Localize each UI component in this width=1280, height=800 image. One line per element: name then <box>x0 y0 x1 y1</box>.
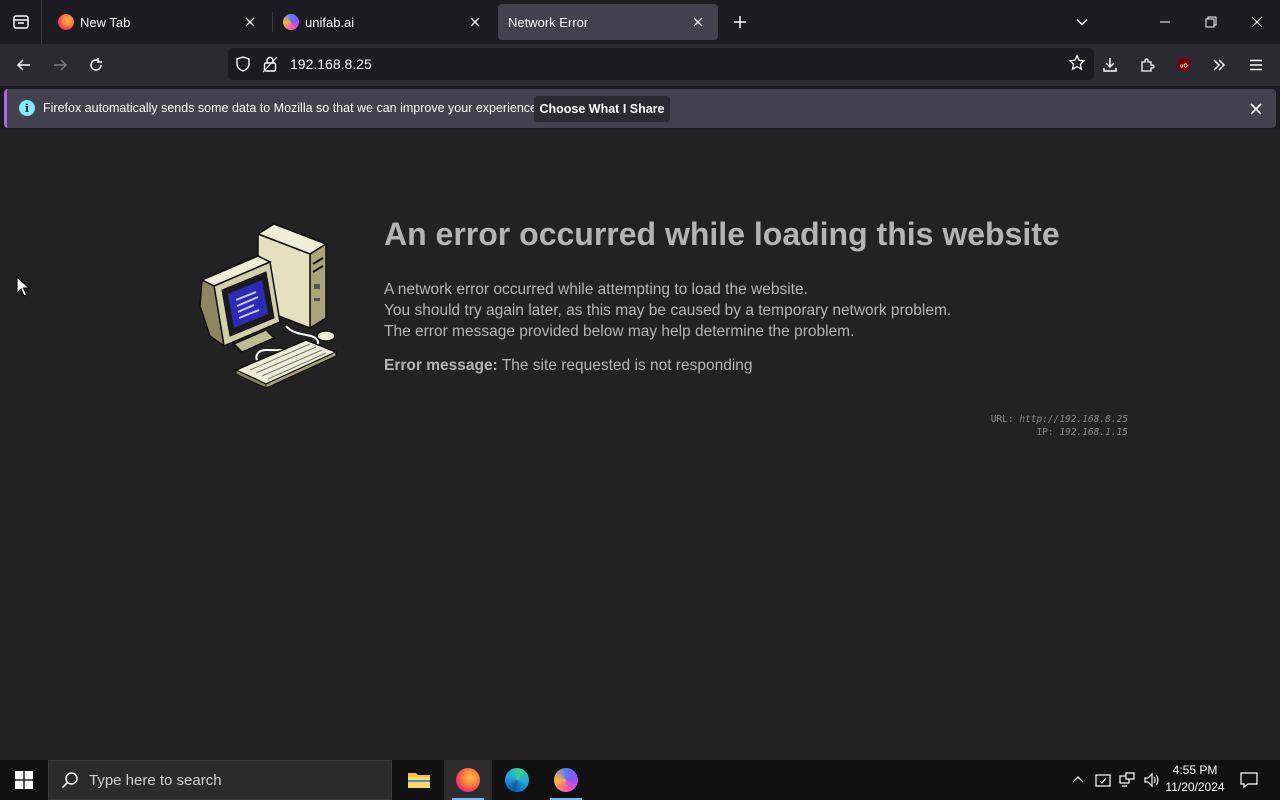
tray-volume-button[interactable] <box>1140 760 1162 800</box>
close-icon <box>1250 103 1262 115</box>
error-description-line: A network error occurred while attemptin… <box>384 281 808 298</box>
list-all-tabs-button[interactable] <box>1068 8 1096 36</box>
tray-network-button[interactable] <box>1116 760 1138 800</box>
taskbar-clock[interactable]: 4:55 PM 11/20/2024 <box>1160 762 1230 796</box>
bookmark-star-icon[interactable] <box>1068 54 1086 72</box>
error-description: A network error occurred while attemptin… <box>384 279 951 342</box>
error-message-label: Error message: <box>384 357 498 374</box>
unifab-icon <box>283 14 299 30</box>
info-icon: i <box>19 100 35 116</box>
diag-url-value: http://192.168.8.25 <box>1019 414 1128 425</box>
diagnostic-info: URL: http://192.168.8.25 IP: 192.168.1.1… <box>900 413 1128 439</box>
show-hidden-icons-button[interactable] <box>1068 760 1088 800</box>
error-message-value: The site requested is not responding <box>501 357 753 374</box>
tray-security-button[interactable] <box>1092 760 1114 800</box>
firefox-view-button[interactable] <box>0 0 42 44</box>
error-title: An error occurred while loading this web… <box>384 216 1060 252</box>
notification-message: Firefox automatically sends some data to… <box>43 101 541 115</box>
url-bar[interactable]: 192.168.8.25 <box>228 48 1094 80</box>
notification-icon <box>1240 772 1258 789</box>
minimize-icon <box>1160 21 1170 23</box>
windows-taskbar: Type here to search 4:55 PM 11/20/2024 <box>0 760 1280 800</box>
taskbar-firefox[interactable] <box>444 760 492 800</box>
clock-time: 4:55 PM <box>1172 763 1218 777</box>
taskbar-file-explorer[interactable] <box>395 760 443 800</box>
taskbar-edge[interactable] <box>493 760 541 800</box>
diag-ip-value: 192.168.1.15 <box>1059 427 1128 438</box>
tab-new-tab[interactable]: New Tab <box>48 4 270 40</box>
restore-button[interactable] <box>1188 0 1234 44</box>
search-placeholder: Type here to search <box>89 771 222 789</box>
hamburger-menu-icon <box>1250 59 1262 71</box>
close-tab-button[interactable] <box>465 12 485 32</box>
action-center-button[interactable] <box>1234 760 1264 800</box>
search-icon <box>61 772 78 789</box>
error-message: Error message: The site requested is not… <box>384 357 753 375</box>
taskbar-unifab[interactable] <box>542 760 590 800</box>
security-center-icon <box>1095 774 1111 787</box>
close-tab-button[interactable] <box>688 12 708 32</box>
data-reporting-notification: i Firefox automatically sends some data … <box>4 89 1276 128</box>
close-icon <box>693 17 703 27</box>
minimize-button[interactable] <box>1142 0 1188 44</box>
svg-text:uO: uO <box>1180 64 1188 70</box>
start-button[interactable] <box>0 760 48 800</box>
volume-icon <box>1144 772 1159 788</box>
mouse-cursor-icon <box>16 276 30 297</box>
lock-icon[interactable] <box>262 55 278 73</box>
more-tools-button[interactable] <box>1203 49 1235 81</box>
chevron-up-icon <box>1072 776 1084 783</box>
close-icon <box>470 17 480 27</box>
folder-icon <box>408 773 430 788</box>
tab-title: unifab.ai <box>305 14 355 30</box>
url-text[interactable]: 192.168.8.25 <box>290 48 372 80</box>
chevron-down-icon <box>1076 18 1088 26</box>
shield-icon[interactable] <box>234 55 252 73</box>
page-content: An error occurred while loading this web… <box>0 130 1280 760</box>
computer-illustration <box>199 223 338 389</box>
reload-button[interactable] <box>80 49 112 81</box>
ublock-shield-icon: uO <box>1178 58 1190 72</box>
puzzle-icon <box>1141 58 1155 72</box>
tab-unifab[interactable]: unifab.ai <box>273 4 495 40</box>
unifab-icon <box>554 768 578 792</box>
download-icon <box>1103 58 1117 72</box>
diag-ip-label: IP: <box>1036 427 1054 438</box>
close-window-button[interactable] <box>1234 0 1280 44</box>
back-button[interactable] <box>8 49 40 81</box>
extensions-button[interactable] <box>1131 49 1163 81</box>
app-menu-button[interactable] <box>1240 49 1272 81</box>
arrow-right-icon <box>54 59 68 71</box>
error-description-line: You should try again later, as this may … <box>384 302 952 319</box>
tab-title: New Tab <box>80 14 131 30</box>
downloads-button[interactable] <box>1094 49 1126 81</box>
tab-network-error[interactable]: Network Error <box>498 4 718 40</box>
close-notification-button[interactable] <box>1246 99 1266 119</box>
windows-logo-icon <box>15 771 33 789</box>
tab-strip: New Tab unifab.ai Network Error <box>0 0 1280 44</box>
edge-icon <box>505 768 529 792</box>
forward-button[interactable] <box>44 49 76 81</box>
ublock-origin-button[interactable]: uO <box>1168 49 1200 81</box>
diag-url-label: URL: <box>990 414 1014 425</box>
network-icon <box>1119 772 1135 787</box>
double-chevron-right-icon <box>1213 59 1226 71</box>
close-icon <box>1251 16 1263 28</box>
restore-icon <box>1205 16 1217 28</box>
close-tab-button[interactable] <box>240 12 260 32</box>
new-tab-button[interactable] <box>726 8 754 36</box>
firefox-icon <box>58 14 74 30</box>
clock-date: 11/20/2024 <box>1165 780 1225 794</box>
error-description-line: The error message provided below may hel… <box>384 323 855 340</box>
choose-what-i-share-button[interactable]: Choose What I Share <box>534 96 670 122</box>
reload-icon <box>90 58 102 71</box>
arrow-left-icon <box>16 59 30 71</box>
firefox-icon <box>456 768 480 792</box>
taskbar-search-box[interactable]: Type here to search <box>48 760 392 800</box>
tab-title: Network Error <box>508 14 589 30</box>
firefox-view-icon <box>12 15 29 29</box>
close-icon <box>245 17 255 27</box>
navigation-toolbar: 192.168.8.25 uO <box>0 44 1280 86</box>
plus-icon <box>734 16 746 28</box>
